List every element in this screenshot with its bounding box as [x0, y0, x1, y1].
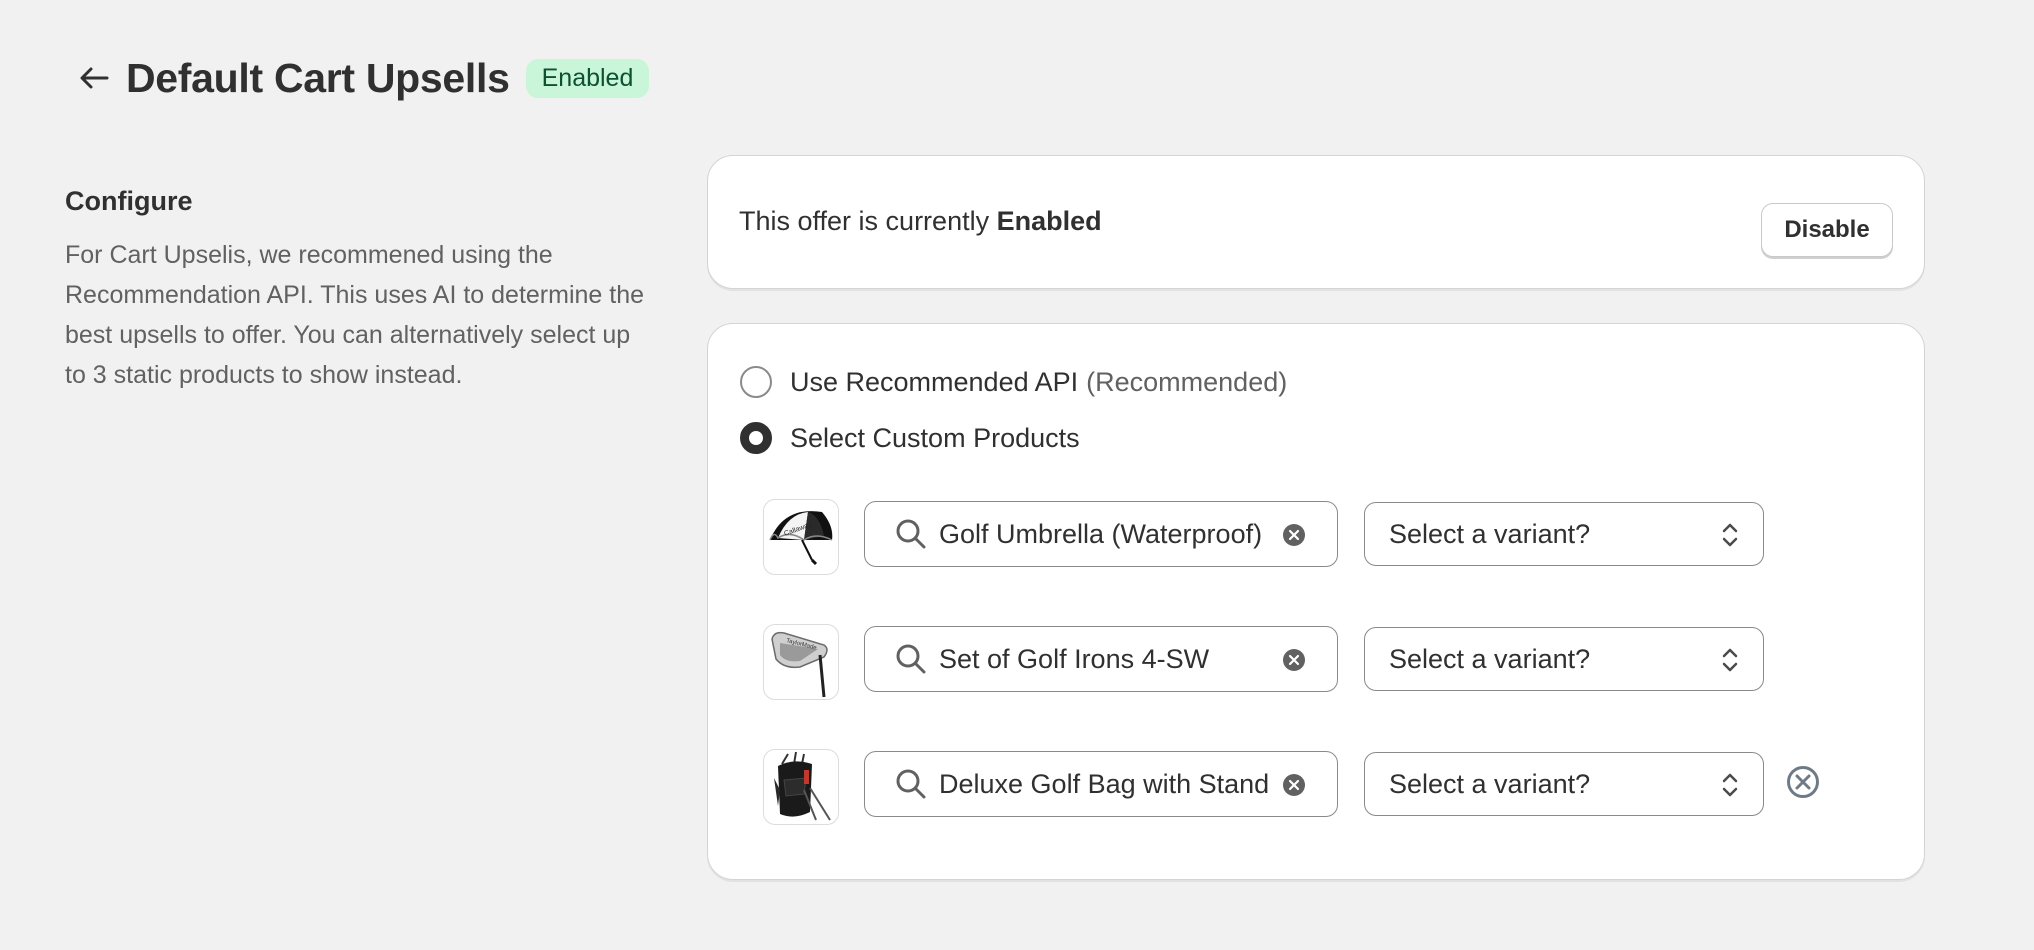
chevron-up-down-icon: [1722, 648, 1738, 672]
clear-icon[interactable]: [1283, 774, 1305, 796]
radio-recommended-api[interactable]: Use Recommended API (Recommended): [740, 366, 1287, 398]
search-icon: [896, 769, 926, 799]
status-text-prefix: This offer is currently: [739, 206, 997, 236]
page-title: Default Cart Upsells: [126, 54, 510, 101]
search-icon: [896, 644, 926, 674]
arrow-left-icon: [80, 67, 109, 89]
variant-select[interactable]: Select a variant?: [1364, 627, 1764, 691]
variant-select[interactable]: Select a variant?: [1364, 752, 1764, 816]
chevron-up-down-icon: [1722, 523, 1738, 547]
product-search-input[interactable]: [939, 643, 1269, 675]
page-header: Default Cart Upsells Enabled: [72, 52, 650, 104]
configure-title: Configure: [65, 186, 193, 216]
status-card: This offer is currently Enabled Disable: [707, 155, 1925, 289]
remove-product-icon[interactable]: [1785, 764, 1821, 800]
product-search-field[interactable]: [864, 751, 1338, 817]
status-text: This offer is currently Enabled: [739, 206, 1102, 237]
product-search-input[interactable]: [939, 768, 1269, 800]
search-icon: [896, 519, 926, 549]
golf-bag-icon: [774, 751, 831, 821]
product-row: Select a variant?: [763, 749, 1863, 825]
configure-section: Configure For Cart Upselis, we recommene…: [65, 186, 645, 395]
status-badge: Enabled: [525, 58, 650, 98]
clear-icon[interactable]: [1283, 649, 1305, 671]
product-image-golf-iron: TaylorMade: [763, 624, 839, 700]
clear-icon[interactable]: [1283, 524, 1305, 546]
product-row: Callaway Select a variant?: [763, 499, 1863, 575]
radio-label-custom: Select Custom Products: [790, 422, 1080, 453]
product-image-golf-umbrella: Callaway: [763, 499, 839, 575]
products-card: Use Recommended API (Recommended) Select…: [707, 323, 1925, 880]
chevron-up-down-icon: [1722, 773, 1738, 797]
back-button[interactable]: [72, 56, 116, 100]
product-search-field[interactable]: [864, 626, 1338, 692]
radio-custom-products[interactable]: Select Custom Products: [740, 422, 1080, 454]
golf-umbrella-icon: Callaway: [769, 511, 833, 566]
product-search-field[interactable]: [864, 501, 1338, 567]
golf-iron-icon: TaylorMade: [771, 631, 828, 698]
variant-select[interactable]: Select a variant?: [1364, 502, 1764, 566]
disable-button[interactable]: Disable: [1761, 203, 1893, 257]
variant-select-label: Select a variant?: [1389, 518, 1591, 549]
product-image-golf-bag: [763, 749, 839, 825]
configure-description: For Cart Upselis, we recommened using th…: [65, 241, 645, 389]
radio-button-unchecked[interactable]: [740, 366, 772, 398]
variant-select-label: Select a variant?: [1389, 643, 1591, 674]
recommended-note: (Recommended): [1086, 366, 1288, 397]
status-text-value: Enabled: [996, 206, 1102, 236]
radio-button-checked[interactable]: [740, 422, 772, 454]
variant-select-label: Select a variant?: [1389, 768, 1591, 799]
radio-label-recommended: Use Recommended API: [790, 366, 1079, 397]
product-row: TaylorMade Select a variant?: [763, 624, 1863, 700]
product-search-input[interactable]: [939, 518, 1269, 550]
